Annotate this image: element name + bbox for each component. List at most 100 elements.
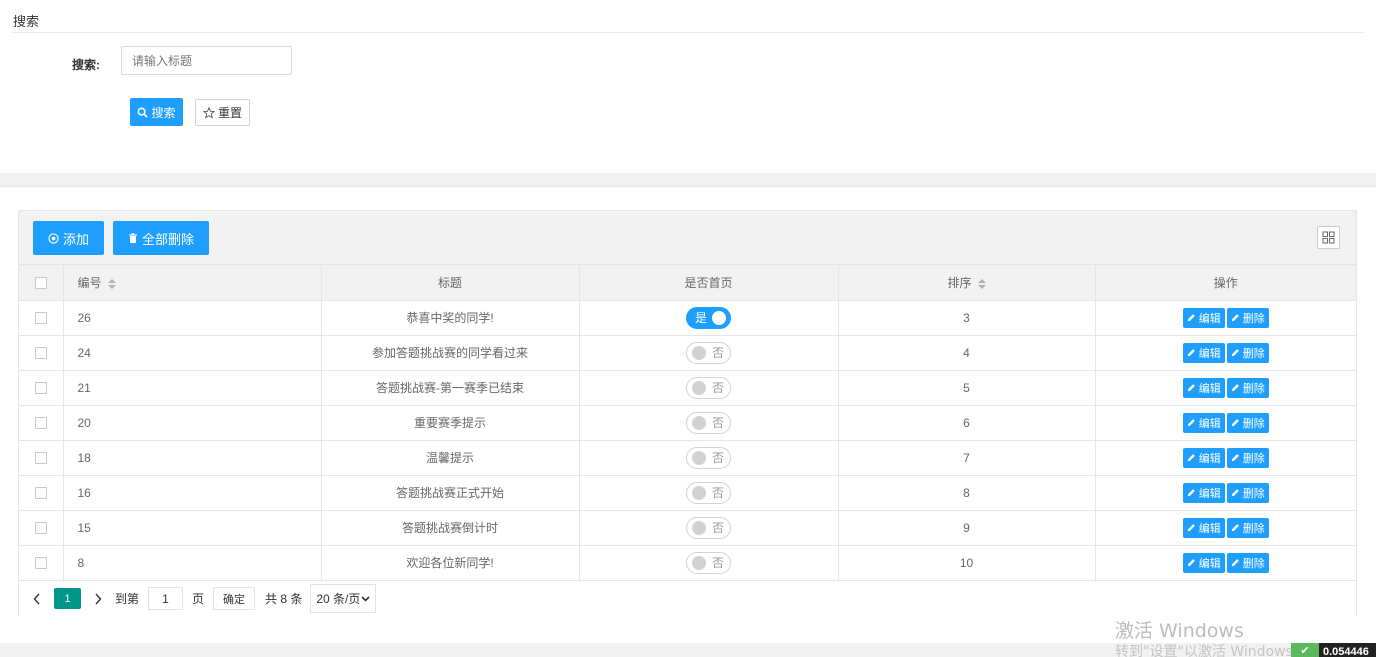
search-panel-title: 搜索 [13,14,40,29]
delete-button[interactable]: 删除 [1226,447,1269,468]
switch-label: 否 [711,521,724,535]
search-button[interactable]: 搜索 [130,98,183,126]
goto-page-input[interactable] [148,587,184,610]
goto-confirm-button[interactable]: 确定 [213,587,256,610]
current-page[interactable]: 1 [54,588,81,609]
cell-sort: 5 [838,370,1096,406]
row-checkbox[interactable] [34,522,47,535]
select-all-checkbox[interactable] [34,277,47,290]
row-select-cell [19,405,64,441]
table-row: 21 答题挑战赛-第一赛季已结束 否 5 编辑 删除 [19,370,1356,406]
goto-label: 到第 [115,592,140,606]
row-checkbox[interactable] [34,382,47,395]
home-toggle-switch[interactable]: 否 [686,411,731,434]
cell-actions: 编辑 删除 [1094,440,1356,476]
columns-toggle-button[interactable] [1317,226,1340,249]
delete-button[interactable]: 删除 [1226,482,1269,503]
edit-button-label: 编辑 [1198,487,1221,500]
header-id[interactable]: 编号 [63,265,322,301]
row-checkbox[interactable] [34,557,47,570]
cell-sort: 7 [838,440,1096,476]
cell-is-home: 否 [579,475,839,511]
edit-button[interactable]: 编辑 [1182,517,1225,538]
cell-actions: 编辑 删除 [1094,300,1356,336]
cell-sort: 9 [838,510,1096,546]
cell-actions: 编辑 删除 [1094,545,1356,581]
header-is-home: 是否首页 [579,265,839,301]
home-toggle-switch[interactable]: 否 [686,446,731,469]
edit-button[interactable]: 编辑 [1182,307,1225,328]
cell-title: 答题挑战赛-第一赛季已结束 [321,370,580,406]
home-toggle-switch[interactable]: 否 [686,341,731,364]
page-size-value: 20 条/页 [316,592,361,606]
edit-icon [1187,349,1195,357]
cell-is-home: 否 [579,370,839,406]
table-row: 18 温馨提示 否 7 编辑 删除 [19,440,1356,476]
cell-sort: 8 [838,475,1096,511]
windows-activation-hint: 转到"设置"以激活 Windows [1115,644,1293,657]
edit-button[interactable]: 编辑 [1182,482,1225,503]
row-checkbox[interactable] [34,452,47,465]
row-checkbox[interactable] [34,312,47,325]
home-toggle-switch[interactable]: 是 [686,306,731,329]
header-sort[interactable]: 排序 [838,265,1096,301]
search-input[interactable] [121,46,292,75]
table-header-row: 编号 标题 是否首页 排序 操作 [19,265,1356,301]
row-select-cell [19,440,64,476]
page-size-select[interactable]: 20 条/页 [310,584,377,613]
cell-id: 8 [63,545,322,581]
table-row: 16 答题挑战赛正式开始 否 8 编辑 删除 [19,475,1356,511]
home-toggle-switch[interactable]: 否 [686,481,731,504]
delete-button-label: 删除 [1242,557,1265,570]
delete-button[interactable]: 删除 [1226,307,1269,328]
cell-sort: 10 [838,545,1096,581]
row-select-cell [19,475,64,511]
edit-icon [1187,454,1195,462]
cell-title: 答题挑战赛正式开始 [321,475,580,511]
delete-button[interactable]: 删除 [1226,342,1269,363]
header-actions: 操作 [1094,265,1356,301]
cell-id: 24 [63,335,322,371]
edit-button[interactable]: 编辑 [1182,552,1225,573]
edit-button[interactable]: 编辑 [1182,342,1225,363]
table-row: 26 恭喜中奖的同学! 是 3 编辑 删除 [19,300,1356,336]
delete-button[interactable]: 删除 [1226,412,1269,433]
row-select-cell [19,510,64,546]
row-checkbox[interactable] [34,487,47,500]
row-checkbox[interactable] [34,417,47,430]
edit-button[interactable]: 编辑 [1182,447,1225,468]
delete-button[interactable]: 删除 [1226,552,1269,573]
reset-button[interactable]: 重置 [195,99,250,126]
switch-label: 否 [711,346,724,360]
delete-button-label: 删除 [1242,417,1265,430]
windows-activation-title: 激活 Windows [1115,620,1244,642]
add-button[interactable]: 添加 [33,221,104,255]
sort-icon[interactable] [977,278,986,289]
prev-page-icon[interactable] [29,589,45,609]
delete-button-label: 删除 [1242,382,1265,395]
edit-button-label: 编辑 [1198,382,1221,395]
row-select-cell [19,335,64,371]
sort-icon[interactable] [107,278,116,289]
edit-icon [1187,559,1195,567]
delete-button-label: 删除 [1242,312,1265,325]
section-separator [0,173,1376,187]
delete-button[interactable]: 删除 [1226,517,1269,538]
delete-all-button[interactable]: 全部删除 [113,221,209,255]
cell-id: 20 [63,405,322,441]
home-toggle-switch[interactable]: 否 [686,551,731,574]
table-body: 26 恭喜中奖的同学! 是 3 编辑 删除 24 参加答题挑战赛的同学看过来否 4 编辑 删除 21 答… [19,300,1356,581]
delete-button[interactable]: 删除 [1226,377,1269,398]
cell-id: 18 [63,440,322,476]
delete-button-label: 删除 [1242,487,1265,500]
edit-button[interactable]: 编辑 [1182,412,1225,433]
edit-button[interactable]: 编辑 [1182,377,1225,398]
edit-icon [1187,419,1195,427]
cell-sort: 3 [838,300,1096,336]
home-toggle-switch[interactable]: 否 [686,516,731,539]
next-page-icon[interactable] [90,589,106,609]
tray-check-icon: ✔ [1291,643,1319,657]
home-toggle-switch[interactable]: 否 [686,376,731,399]
search-button-label: 搜索 [151,105,176,120]
row-checkbox[interactable] [34,347,47,360]
